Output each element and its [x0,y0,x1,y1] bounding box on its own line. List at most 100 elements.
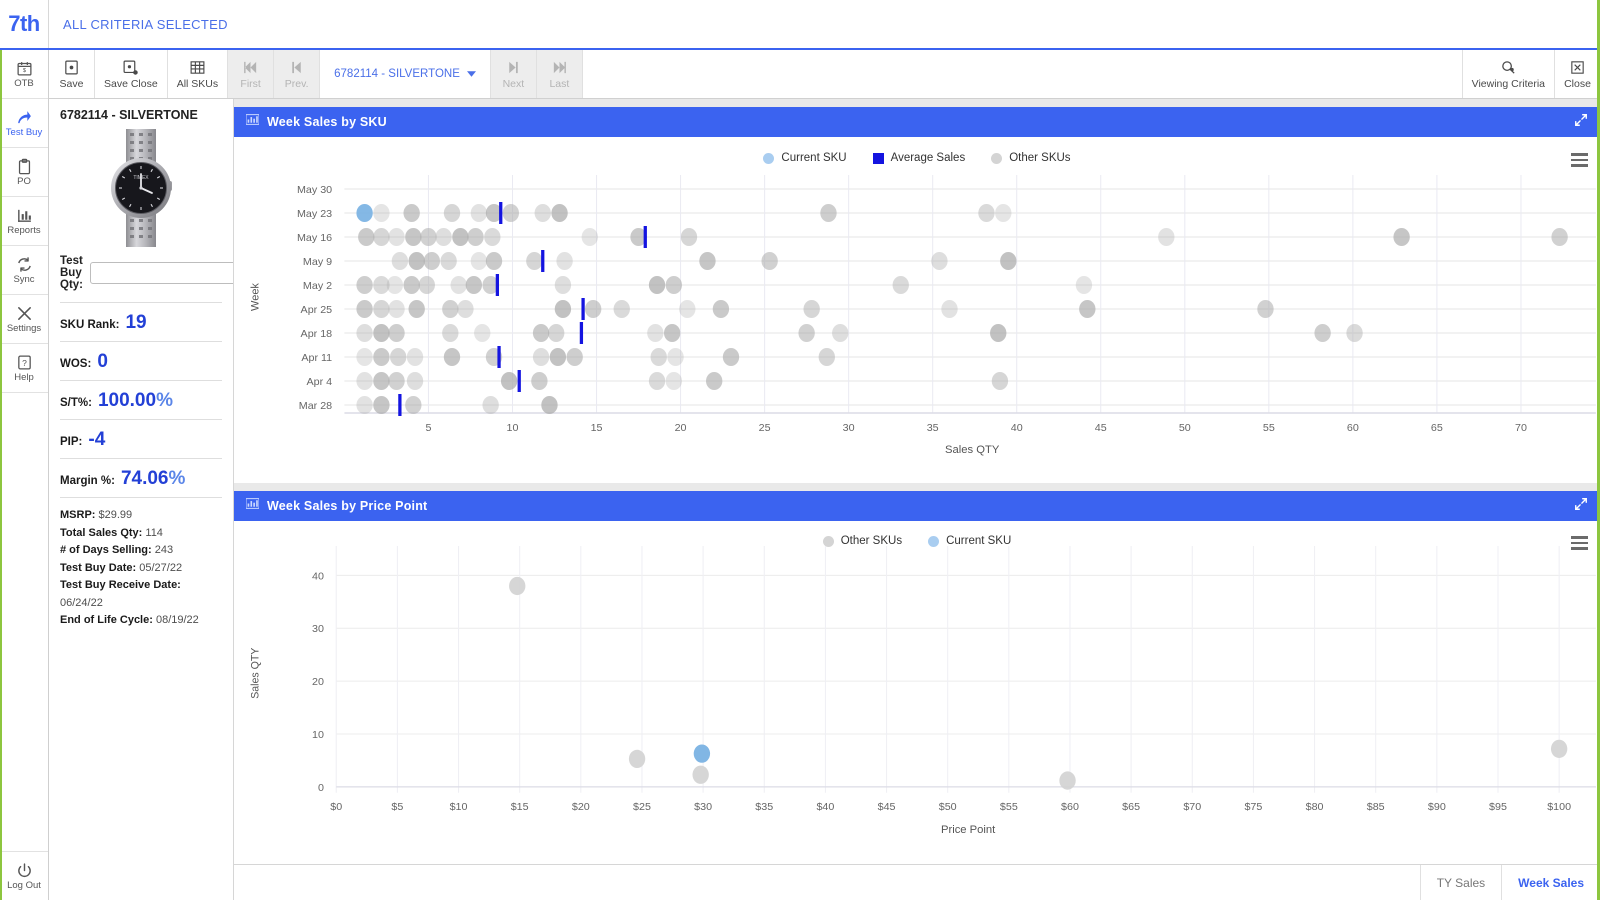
svg-text:15: 15 [591,422,603,434]
last-button[interactable]: Last [536,50,583,98]
svg-text:10: 10 [507,422,519,434]
svg-text:$40: $40 [816,802,834,813]
meta-row: End of Life Cycle: 08/19/22 [60,614,199,626]
sidebar-item-reports[interactable]: Reports [0,197,48,246]
clipboard-icon [16,158,33,175]
left-nav-rail: $ OTB Test Buy PO Reports Sync Settings … [0,50,49,900]
sidebar-item-sync[interactable]: Sync [0,246,48,295]
tab-ty-sales[interactable]: TY Sales [1419,865,1501,900]
next-page-icon [505,59,522,76]
prev-button[interactable]: Prev. [274,50,321,98]
chart-week-sales-by-price-point[interactable]: 0 10 20 30 40 $0 $5 $10 $15 $20 $25 $30 $35 $40 $45 $50… [234,521,1600,864]
stat-label: SKU Rank: [60,319,120,331]
sidebar-item-settings[interactable]: Settings [0,295,48,344]
svg-text:Sales QTY: Sales QTY [945,444,1000,456]
svg-text:Apr 18: Apr 18 [301,328,333,340]
svg-text:May 9: May 9 [303,256,332,268]
svg-text:$15: $15 [511,802,529,813]
svg-text:Price Point: Price Point [941,824,995,836]
chart-panel-icon [245,113,260,131]
save-close-label: Save Close [104,77,158,90]
last-label: Last [549,77,570,90]
all-skus-button[interactable]: All SKUs [168,50,229,98]
viewing-criteria-label: Viewing Criteria [1471,77,1545,90]
sku-meta-list: MSRP: $29.99 Total Sales Qty: 114 # of D… [60,497,222,630]
test-buy-qty-label: Test Buy Qty: [60,255,83,291]
power-icon [16,862,33,879]
meta-row: Test Buy Receive Date: 06/24/22 [60,579,181,609]
chevron-down-icon [466,68,476,80]
svg-text:60: 60 [1347,422,1359,434]
svg-text:$75: $75 [1244,802,1262,813]
save-close-button[interactable]: Save Close [95,50,168,98]
svg-text:$0: $0 [330,802,342,813]
chart-panel-icon [245,497,260,515]
meta-row: Test Buy Date: 05/27/22 [60,561,183,574]
prev-page-icon [288,59,305,76]
watch-image: TIMEX [111,129,172,247]
svg-text:Mar 28: Mar 28 [299,400,332,412]
save-icon [63,59,80,76]
svg-text:$55: $55 [1000,802,1018,813]
save-label: Save [59,77,84,90]
chart-week-sales-by-sku[interactable]: May 30 May 23 May 16 May 9 May 2 Apr 25 Apr 18… [234,137,1600,483]
svg-text:$20: $20 [572,802,590,813]
svg-text:45: 45 [1095,422,1107,434]
tab-week-sales[interactable]: Week Sales [1501,865,1600,900]
sku-selector-dropdown[interactable]: 6782114 - SILVERTONE [320,50,491,98]
sidebar-item-po[interactable]: PO [0,148,48,197]
svg-text:$: $ [22,68,26,74]
panel-header: Week Sales by SKU [234,107,1600,137]
sku-info-panel: 6782114 - SILVERTONE Test Buy Qty: SKU R… [49,99,234,900]
svg-text:$50: $50 [939,802,957,813]
content-row: 6782114 - SILVERTONE Test Buy Qty: SKU R… [49,99,1600,900]
bottom-tab-bar: TY Sales Week Sales [234,864,1600,900]
criteria-banner[interactable]: ALL CRITERIA SELECTED [49,0,228,48]
stat-value: 0 [97,351,108,372]
svg-text:40: 40 [312,571,324,582]
svg-text:10: 10 [312,730,324,741]
expand-icon[interactable] [1574,497,1588,516]
first-button[interactable]: First [228,50,275,98]
first-label: First [240,77,261,90]
sidebar-item-help[interactable]: ? Help [0,344,48,393]
main-column: Save Save Close All SKUs First Prev. 678… [49,50,1600,900]
close-button[interactable]: Close [1554,50,1600,98]
expand-icon[interactable] [1574,113,1588,132]
stat-label: S/T%: [60,397,92,409]
svg-text:Apr 11: Apr 11 [301,352,332,364]
save-button[interactable]: Save [49,50,95,98]
sidebar-item-otb[interactable]: $ OTB [0,50,48,99]
first-page-icon [242,59,259,76]
test-buy-qty-input[interactable] [90,262,233,284]
svg-text:$80: $80 [1306,802,1324,813]
stat-value: -4 [88,429,106,450]
stat-sku-rank: SKU Rank: 19 [60,302,222,341]
svg-text:65: 65 [1431,422,1443,434]
svg-text:Week: Week [249,283,261,311]
svg-text:$95: $95 [1489,802,1507,813]
app-root: 7th ALL CRITERIA SELECTED $ OTB Test Buy [0,0,1600,900]
svg-text:55: 55 [1263,422,1275,434]
help-icon: ? [16,354,33,371]
sidebar-item-label: Reports [7,224,41,236]
test-buy-qty-row: Test Buy Qty: [60,255,233,291]
svg-text:$30: $30 [694,802,712,813]
panel-week-sales-by-sku: Week Sales by SKU Current SKU Average Sa… [234,107,1600,483]
svg-text:5: 5 [425,422,431,434]
calendar-icon: $ [16,60,33,77]
charts-area: Week Sales by SKU Current SKU Average Sa… [234,99,1600,900]
meta-row: Total Sales Qty: 114 [60,526,163,539]
meta-row: # of Days Selling: 243 [60,544,174,556]
svg-text:50: 50 [1179,422,1191,434]
next-button[interactable]: Next [490,50,537,98]
sku-selector-label: 6782114 - SILVERTONE [334,68,460,80]
all-skus-label: All SKUs [176,77,219,90]
svg-text:$70: $70 [1183,802,1201,813]
stat-margin-percent: Margin %: 74.06% [60,458,222,497]
sidebar-item-test-buy[interactable]: Test Buy [0,99,48,148]
logout-button[interactable]: Log Out [0,851,48,900]
viewing-criteria-button[interactable]: Viewing Criteria [1461,50,1554,98]
svg-text:May 2: May 2 [303,280,332,292]
app-body: $ OTB Test Buy PO Reports Sync Settings … [0,50,1600,900]
